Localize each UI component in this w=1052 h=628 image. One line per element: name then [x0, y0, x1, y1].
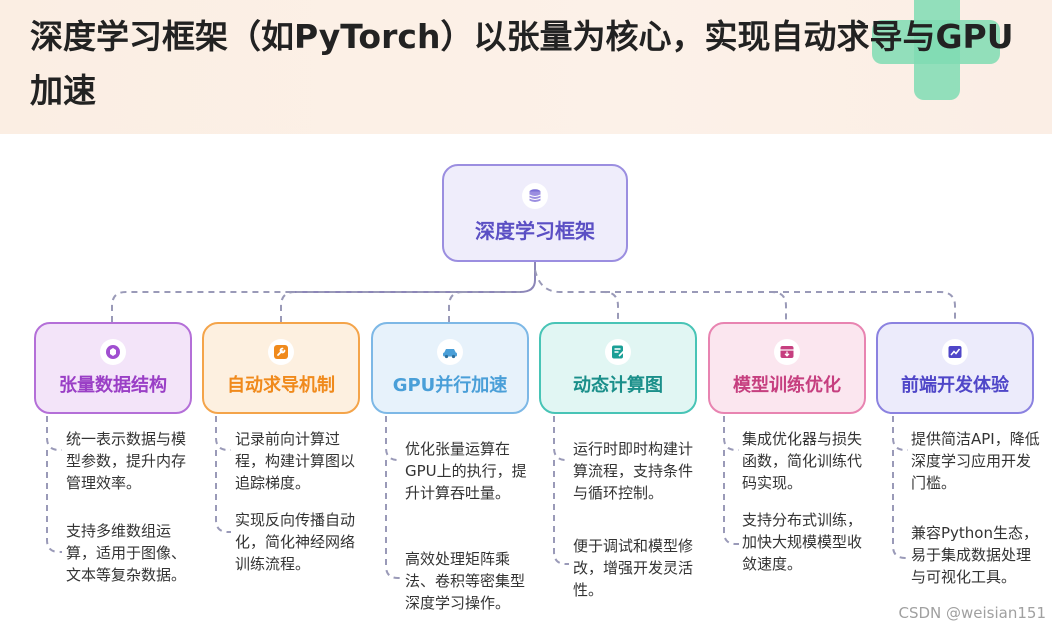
- branch-label: 模型训练优化: [733, 375, 841, 396]
- branch-card-frontend: 前端开发体验: [876, 322, 1034, 414]
- connector-branch-5: [604, 291, 787, 322]
- cube-icon: [100, 339, 126, 365]
- database-icon: [522, 182, 548, 209]
- branch-label: 自动求导机制: [227, 375, 335, 396]
- bullet-text: 高效处理矩阵乘法、卷积等密集型深度学习操作。: [405, 550, 526, 612]
- bullet-guide-5: [723, 416, 739, 545]
- branch-label: GPU并行加速: [392, 375, 508, 396]
- bullet-text: 优化张量运算在GPU上的执行，提升计算吞吐量。: [405, 440, 527, 502]
- bullet-text: 实现反向传播自动化，简化神经网络训练流程。: [235, 511, 356, 573]
- car-icon: [437, 339, 463, 365]
- root-connector: [290, 262, 536, 293]
- wrench-icon: [268, 339, 294, 365]
- branch-label: 张量数据结构: [59, 375, 167, 396]
- connector-branch-4: [534, 269, 619, 322]
- bullet-text: 便于调试和模型修改，增强开发灵活性。: [573, 537, 694, 599]
- bullet-guide-6: [892, 416, 908, 559]
- branch-card-tensor: 张量数据结构: [34, 322, 192, 414]
- bullet-guide-1: [46, 416, 62, 553]
- branch-card-autograd: 自动求导机制: [202, 322, 360, 414]
- branch-label: 前端开发体验: [901, 375, 1009, 396]
- bullet-text: 统一表示数据与模型参数，提升内存管理效率。: [66, 430, 187, 492]
- bullet-text: 运行时即时构建计算流程，支持条件与循环控制。: [573, 440, 694, 502]
- branch-label: 动态计算图: [573, 375, 663, 396]
- bullet-guide-4: [553, 416, 569, 565]
- watermark: CSDN @weisian151: [898, 604, 1046, 622]
- connector-branch-3: [448, 291, 464, 322]
- bullet-text: 兼容Python生态，易于集成数据处理与可视化工具。: [911, 524, 1038, 586]
- bullet-text: 记录前向计算过程，构建计算图以追踪梯度。: [235, 430, 356, 492]
- bullet-guide-3: [385, 416, 401, 579]
- chart-line-icon: [942, 339, 968, 365]
- connector-branch-2: [280, 291, 296, 322]
- connector-branch-1: [111, 291, 520, 322]
- root-node: 深度学习框架: [442, 164, 628, 262]
- bullet-text: 支持分布式训练，加快大规模模型收敛速度。: [742, 511, 863, 573]
- bullet-text: 支持多维数组运算，适用于图像、文本等复杂数据。: [66, 522, 187, 584]
- branch-card-training: 模型训练优化: [708, 322, 866, 414]
- root-label: 深度学习框架: [475, 218, 595, 243]
- inbox-icon: [774, 339, 800, 365]
- branch-card-dynamic-graph: 动态计算图: [539, 322, 697, 414]
- bullet-text: 集成优化器与损失函数，简化训练代码实现。: [742, 430, 863, 492]
- connector-branch-6: [772, 291, 956, 322]
- bullet-guide-2: [215, 416, 231, 533]
- branch-card-gpu: GPU并行加速: [371, 322, 529, 414]
- bullet-text: 提供简洁API，降低深度学习应用开发门槛。: [911, 430, 1040, 492]
- note-edit-icon: [605, 339, 631, 365]
